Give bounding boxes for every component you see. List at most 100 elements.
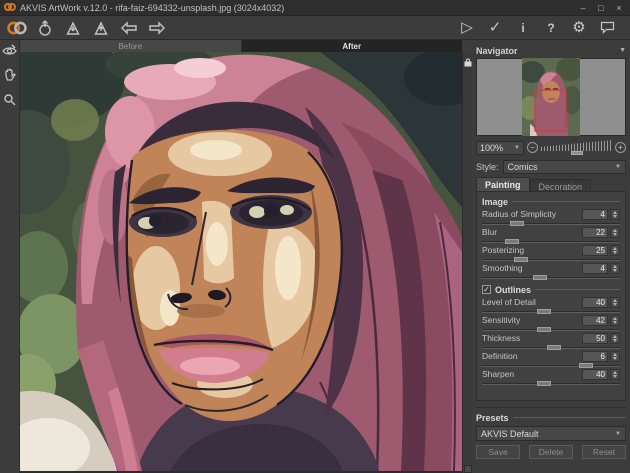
app-logo-icon — [4, 0, 16, 17]
param-slider-handle[interactable] — [505, 239, 519, 244]
print-icon[interactable] — [90, 18, 112, 38]
apply-button[interactable]: ✓ — [484, 18, 506, 38]
about-icon[interactable]: i — [512, 18, 534, 38]
param-spinner[interactable] — [610, 263, 620, 274]
param-slider-handle[interactable] — [537, 381, 551, 386]
delete-button[interactable]: Delete — [529, 445, 573, 459]
maximize-button[interactable]: □ — [594, 2, 608, 14]
quick-preview-icon[interactable] — [2, 44, 17, 62]
title-bar: AKVIS ArtWork v.12.0 - rifa-faiz-694332-… — [0, 0, 630, 16]
param-slider[interactable] — [482, 327, 620, 332]
feedback-icon[interactable] — [596, 18, 618, 38]
zoom-slider[interactable] — [541, 140, 612, 155]
param-value[interactable]: 4 — [582, 263, 608, 274]
tab-decoration[interactable]: Decoration — [530, 179, 592, 191]
tab-before[interactable]: Before — [20, 40, 242, 52]
param-spinner[interactable] — [610, 209, 620, 220]
lock-icon[interactable] — [464, 54, 472, 72]
param-spinner[interactable] — [610, 245, 620, 256]
hand-tool-icon[interactable] — [3, 68, 16, 87]
save-button[interactable]: Save — [476, 445, 520, 459]
minimize-button[interactable]: – — [576, 2, 590, 14]
tab-painting[interactable]: Painting — [476, 177, 530, 191]
main-toolbar: ▷ ✓ i ? ⚙ — [0, 16, 630, 40]
param-value[interactable]: 25 — [582, 245, 608, 256]
param-slider-handle[interactable] — [537, 309, 551, 314]
param-value[interactable]: 40 — [582, 369, 608, 380]
param-slider-handle[interactable] — [537, 327, 551, 332]
open-image-icon[interactable] — [34, 18, 56, 38]
undo-icon[interactable] — [118, 18, 140, 38]
tab-after[interactable]: After — [242, 40, 463, 52]
presets-header: Presets — [476, 411, 626, 424]
parameter-tabs: Painting Decoration — [476, 177, 626, 191]
param-slider-handle[interactable] — [579, 363, 593, 368]
zoom-value: 100% — [480, 143, 503, 153]
redo-icon[interactable] — [146, 18, 168, 38]
param-value[interactable]: 42 — [582, 315, 608, 326]
navigator-header[interactable]: Navigator ▼ — [476, 44, 626, 57]
param-row: Sensitivity42 — [482, 314, 620, 332]
param-slider[interactable] — [482, 239, 620, 244]
param-slider[interactable] — [482, 221, 620, 226]
zoom-in-button[interactable]: + — [615, 142, 626, 153]
param-spinner[interactable] — [610, 315, 620, 326]
close-button[interactable]: × — [612, 2, 626, 14]
param-value[interactable]: 6 — [582, 351, 608, 362]
navigator-collapse-icon[interactable]: ▼ — [619, 47, 626, 54]
run-button[interactable]: ▷ — [456, 18, 478, 38]
param-row: Sharpen40 — [482, 368, 620, 386]
tool-strip — [0, 40, 20, 473]
param-slider[interactable] — [482, 309, 620, 314]
reset-button[interactable]: Reset — [582, 445, 626, 459]
after-image-canvas[interactable] — [20, 52, 462, 471]
param-label: Definition — [482, 351, 582, 361]
zoom-out-button[interactable]: − — [527, 142, 538, 153]
style-select[interactable]: Comics ▼ — [503, 160, 626, 174]
help-icon[interactable]: ? — [540, 18, 562, 38]
param-label: Posterizing — [482, 245, 582, 255]
zoom-slider-handle[interactable] — [571, 151, 583, 155]
param-spinner[interactable] — [610, 297, 620, 308]
param-value[interactable]: 4 — [582, 209, 608, 220]
save-image-icon[interactable] — [62, 18, 84, 38]
style-row: Style: Comics ▼ — [476, 158, 626, 175]
param-value[interactable]: 40 — [582, 297, 608, 308]
param-slider-handle[interactable] — [510, 221, 524, 226]
param-row: Posterizing25 — [482, 244, 620, 262]
navigator-thumbnail[interactable] — [476, 58, 626, 136]
param-spinner[interactable] — [610, 369, 620, 380]
zoom-select[interactable]: 100% ▼ — [476, 141, 524, 155]
param-label: Level of Detail — [482, 297, 582, 307]
param-value[interactable]: 50 — [582, 333, 608, 344]
canvas-scrollbar[interactable] — [462, 52, 472, 473]
param-spinner[interactable] — [610, 351, 620, 362]
param-slider[interactable] — [482, 257, 620, 262]
param-label: Sharpen — [482, 369, 582, 379]
param-slider[interactable] — [482, 381, 620, 386]
param-row: Thickness50 — [482, 332, 620, 350]
param-label: Thickness — [482, 333, 582, 343]
preset-select-arrow-icon: ▼ — [615, 431, 621, 437]
preferences-icon[interactable]: ⚙ — [568, 18, 590, 38]
param-slider-handle[interactable] — [533, 275, 547, 280]
param-slider[interactable] — [482, 363, 620, 368]
param-row: Radius of Simplicity4 — [482, 208, 620, 226]
preset-select[interactable]: AKVIS Default ▼ — [476, 426, 626, 441]
zoom-controls: 100% ▼ − + — [476, 138, 626, 157]
param-slider[interactable] — [482, 275, 620, 280]
settings-panel: Navigator ▼ 100% ▼ − + — [472, 40, 630, 473]
param-slider-handle[interactable] — [514, 257, 528, 262]
outlines-checkbox[interactable]: ✓ — [482, 285, 491, 294]
zoom-tool-icon[interactable] — [3, 93, 16, 111]
view-tab-bar: Before After — [20, 40, 462, 52]
param-spinner[interactable] — [610, 227, 620, 238]
akvis-logo-icon[interactable] — [6, 18, 28, 38]
param-slider-handle[interactable] — [547, 345, 561, 350]
param-spinner[interactable] — [610, 333, 620, 344]
param-label: Sensitivity — [482, 315, 582, 325]
param-value[interactable]: 22 — [582, 227, 608, 238]
preset-value: AKVIS Default — [481, 429, 539, 439]
scrollbar-corner-button[interactable] — [464, 465, 472, 473]
param-slider[interactable] — [482, 345, 620, 350]
